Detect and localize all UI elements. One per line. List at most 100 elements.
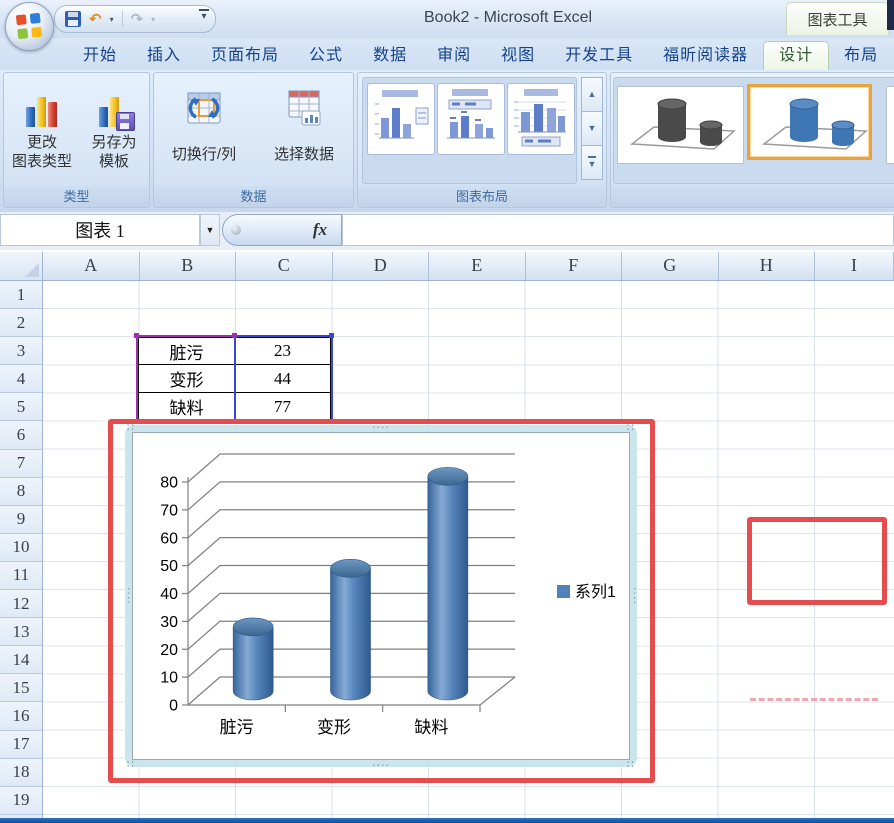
window-title: Book2 - Microsoft Excel (424, 9, 593, 26)
undo-icon[interactable]: ↶ (89, 11, 102, 27)
select-all-corner[interactable] (0, 252, 43, 281)
tab-view[interactable]: 视图 (486, 42, 550, 70)
gallery-more-icon[interactable]: ▼ (581, 145, 603, 180)
row-header-13[interactable]: 13 (0, 618, 42, 647)
insert-function-icon[interactable]: fx (313, 220, 327, 240)
switch-row-column-button[interactable]: 切换行/列 (156, 79, 252, 183)
table-row: 变形 44 (138, 365, 331, 394)
select-data-icon (256, 79, 352, 135)
redo-icon: ↷ (130, 9, 144, 28)
tab-foxit-reader[interactable]: 福昕阅读器 (648, 42, 763, 70)
row-header-9[interactable]: 9 (0, 505, 42, 534)
tab-home[interactable]: 开始 (68, 42, 132, 70)
column-header-C[interactable]: C (236, 252, 333, 280)
row-header-3[interactable]: 3 (0, 337, 42, 366)
annotation-rectangle-chart (108, 419, 655, 783)
value-cell[interactable]: 44 (235, 365, 331, 394)
row-header-15[interactable]: 15 (0, 674, 42, 703)
row-header-5[interactable]: 5 (0, 393, 42, 422)
tab-data[interactable]: 数据 (358, 42, 422, 70)
name-box-dropdown-icon[interactable]: ▼ (200, 214, 220, 246)
table-row: 缺料 77 (138, 393, 331, 422)
row-header-1[interactable]: 1 (0, 281, 42, 310)
tab-developer[interactable]: 开发工具 (550, 42, 648, 70)
column-header-E[interactable]: E (429, 252, 526, 280)
tab-chart-layout[interactable]: 布局 (829, 42, 893, 70)
row-header-16[interactable]: 16 (0, 702, 42, 731)
title-bar: Book2 - Microsoft Excel 图表工具 ↶ ▾ ↷ ▾ ▾ (0, 0, 894, 39)
row-header-17[interactable]: 17 (0, 730, 42, 759)
column-header-B[interactable]: B (139, 252, 236, 280)
row-headers: 1 2 3 4 5 6 7 8 9 10 11 12 13 14 15 16 17 18 19 (0, 281, 43, 818)
divider (121, 11, 123, 27)
fx-capsule: fx (222, 214, 342, 246)
column-header-G[interactable]: G (622, 252, 719, 280)
category-cell[interactable]: 缺料 (138, 393, 235, 422)
select-data-button[interactable]: 选择数据 (256, 79, 352, 183)
save-icon[interactable] (65, 11, 81, 27)
gallery-scroll-up-icon[interactable]: ▲ (581, 77, 603, 112)
value-cell[interactable]: 77 (235, 393, 331, 422)
customize-qat-icon[interactable]: ▾ (199, 9, 209, 22)
table-row: 脏污 23 (138, 337, 331, 366)
row-header-2[interactable]: 2 (0, 309, 42, 338)
change-chart-type-button[interactable]: 更改 图表类型 (5, 77, 79, 185)
range-handle[interactable] (232, 333, 237, 338)
row-header-7[interactable]: 7 (0, 449, 42, 478)
tab-insert[interactable]: 插入 (132, 42, 196, 70)
row-header-19[interactable]: 19 (0, 786, 42, 815)
ribbon-tab-row: 开始 插入 页面布局 公式 数据 审阅 视图 开发工具 福昕阅读器 设计 布局 (0, 38, 894, 70)
office-logo-icon (15, 12, 43, 40)
gallery-scroll-down-icon[interactable]: ▼ (581, 111, 603, 146)
row-header-6[interactable]: 6 (0, 421, 42, 450)
save-template-icon (77, 77, 151, 131)
annotation-dashed-line (750, 698, 878, 701)
row-header-12[interactable]: 12 (0, 590, 42, 619)
layout-gallery-scroll: ▲ ▼ ▼ (581, 77, 603, 180)
office-button[interactable] (5, 2, 54, 51)
category-cell[interactable]: 脏污 (138, 337, 235, 366)
row-header-4[interactable]: 4 (0, 365, 42, 394)
excel-window: Book2 - Microsoft Excel 图表工具 ↶ ▾ ↷ ▾ ▾ 开始 … (0, 0, 894, 823)
category-cell[interactable]: 变形 (138, 365, 235, 394)
style-thumb-blue-selected[interactable] (747, 84, 872, 160)
name-box[interactable]: 图表 1 (0, 214, 200, 246)
row-header-14[interactable]: 14 (0, 646, 42, 675)
row-header-18[interactable]: 18 (0, 758, 42, 787)
column-header-I[interactable]: I (815, 252, 894, 280)
range-handle[interactable] (329, 333, 334, 338)
tab-chart-design[interactable]: 设计 (763, 41, 830, 70)
redo-dropdown-icon: ▾ (151, 14, 156, 24)
formula-bar: 图表 1 ▼ fx (0, 212, 894, 250)
row-header-8[interactable]: 8 (0, 477, 42, 506)
group-label-chart-styles (611, 186, 894, 207)
row-header-10[interactable]: 10 (0, 533, 42, 562)
group-type: 更改 图表类型 另存为 模板 类型 (3, 72, 150, 208)
column-header-H[interactable]: H (718, 252, 815, 280)
style-thumb-gray[interactable] (617, 86, 744, 164)
tab-page-layout[interactable]: 页面布局 (196, 42, 294, 70)
column-header-D[interactable]: D (332, 252, 429, 280)
fx-dot-icon (231, 225, 241, 235)
row-header-11[interactable]: 11 (0, 561, 42, 591)
layout-thumb-3[interactable] (507, 83, 575, 155)
window-edge (887, 0, 894, 30)
value-cell[interactable]: 23 (235, 337, 331, 366)
chart-layout-gallery (362, 77, 577, 184)
undo-dropdown-icon[interactable]: ▾ (110, 15, 114, 24)
formula-input[interactable] (342, 214, 894, 246)
contextual-tool-header: 图表工具 (786, 2, 889, 35)
chart-type-icon (5, 77, 79, 129)
ribbon: 更改 图表类型 另存为 模板 类型 切换行/列 选择数据 数据 ▲ ▼ ▼ 图表… (0, 70, 894, 213)
chart-styles-gallery (613, 77, 894, 184)
layout-thumb-2[interactable] (437, 83, 505, 155)
tab-review[interactable]: 审阅 (422, 42, 486, 70)
layout-thumb-1[interactable] (367, 83, 435, 155)
style-thumb-partial[interactable] (886, 86, 894, 164)
group-label-type: 类型 (4, 186, 149, 207)
save-as-template-button[interactable]: 另存为 模板 (77, 77, 151, 185)
column-header-F[interactable]: F (525, 252, 622, 280)
range-handle[interactable] (134, 333, 139, 338)
tab-formulas[interactable]: 公式 (294, 42, 358, 70)
column-header-A[interactable]: A (43, 252, 140, 280)
